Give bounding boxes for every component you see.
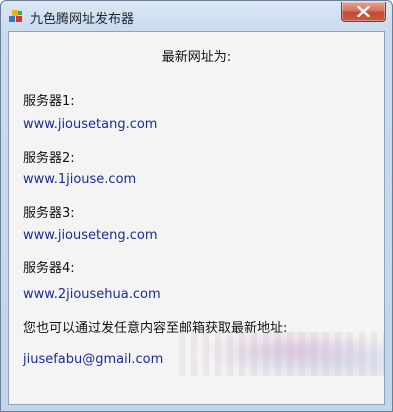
app-window: 九色腾网址发布器 最新网址为: 服务器1: www.jiousetang.com… [0, 0, 393, 412]
close-icon [357, 6, 370, 17]
server-1-label: 服务器1: [23, 94, 75, 109]
server-3-link[interactable]: www.jiouseteng.com [23, 228, 158, 243]
title-bar[interactable]: 九色腾网址发布器 [1, 1, 392, 31]
page-heading: 最新网址为: [161, 50, 232, 65]
content-panel: 最新网址为: 服务器1: www.jiousetang.com 服务器2: ww… [8, 31, 385, 405]
server-4-link[interactable]: www.2jiousehua.com [23, 287, 161, 302]
server-1-link[interactable]: www.jiousetang.com [23, 117, 157, 132]
window-title: 九色腾网址发布器 [30, 12, 135, 27]
server-3-label: 服务器3: [23, 206, 75, 221]
server-2-link[interactable]: www.1jiouse.com [23, 172, 136, 187]
blur-smudge [179, 332, 384, 376]
close-button[interactable] [341, 2, 386, 22]
server-2-label: 服务器2: [23, 151, 75, 166]
email-link[interactable]: jiusefabu@gmail.com [23, 352, 163, 367]
app-icon[interactable] [8, 8, 24, 24]
server-4-label: 服务器4: [23, 261, 75, 276]
